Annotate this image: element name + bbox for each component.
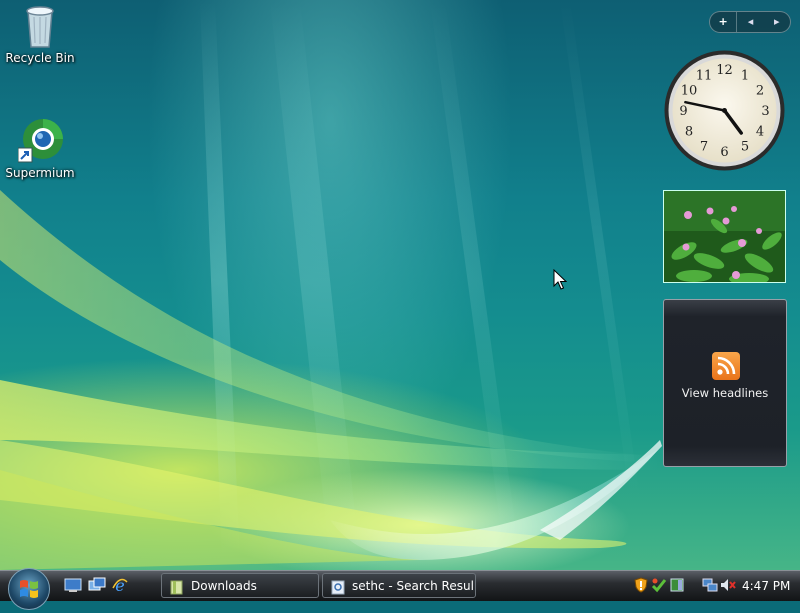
- sidebar-tray-icon[interactable]: [669, 577, 685, 593]
- task-label: sethc - Search Resul...: [352, 579, 476, 593]
- clock-face: 12 12 3 45678 9 1011: [664, 50, 785, 171]
- folder-icon: [170, 579, 184, 595]
- feed-headlines-gadget[interactable]: View headlines: [663, 299, 787, 467]
- clock-gadget[interactable]: 12 1 2 3 4 5 6 7 8 9 10 11: [663, 49, 786, 172]
- taskbar: e Downloads sethc - Search Resul... 4:47…: [0, 568, 800, 610]
- windows-defender-icon[interactable]: [651, 577, 667, 593]
- taskbar-button-downloads[interactable]: Downloads: [161, 573, 319, 598]
- add-gadget-button[interactable]: +: [710, 12, 738, 32]
- volume-muted-icon[interactable]: [720, 577, 736, 593]
- search-window-icon: [331, 579, 345, 595]
- task-label: Downloads: [191, 579, 257, 593]
- clock-numeral: 3: [761, 104, 769, 119]
- prev-page-button[interactable]: ◂: [737, 12, 763, 32]
- security-alert-icon[interactable]: [633, 577, 649, 593]
- clock-numeral: 11: [696, 69, 713, 84]
- windows-logo-icon: [20, 580, 38, 598]
- view-headlines-link[interactable]: View headlines: [664, 386, 786, 400]
- mouse-pointer-icon: [553, 268, 568, 295]
- clock-numeral: 7: [700, 140, 708, 155]
- supermium-browser-icon: [17, 118, 63, 163]
- clock-numeral: 4: [756, 125, 764, 140]
- desktop-icon-label: Recycle Bin: [5, 51, 75, 65]
- clock-numeral: 8: [685, 125, 693, 140]
- show-desktop-icon[interactable]: [64, 577, 82, 593]
- clock-numeral: 2: [756, 84, 764, 99]
- next-page-button[interactable]: ▸: [764, 12, 790, 32]
- internet-explorer-icon[interactable]: e: [111, 576, 129, 595]
- clock-numeral: 9: [679, 104, 687, 119]
- slideshow-gadget[interactable]: [663, 190, 786, 283]
- network-icon[interactable]: [702, 577, 718, 593]
- switch-windows-icon[interactable]: [88, 577, 106, 593]
- taskbar-button-search-results[interactable]: sethc - Search Resul...: [322, 573, 476, 598]
- clock-numeral: 1: [741, 69, 749, 84]
- slideshow-image: [664, 191, 785, 282]
- desktop-icon-supermium[interactable]: Supermium: [0, 118, 80, 180]
- rss-feed-icon: [712, 352, 740, 380]
- clock-numeral: 10: [681, 84, 698, 99]
- recycle-bin-icon: [18, 3, 62, 48]
- taskbar-clock[interactable]: 4:47 PM: [742, 573, 790, 599]
- clock-numeral: 6: [720, 145, 728, 160]
- clock-numeral: 12: [716, 63, 733, 78]
- desktop-icon-label: Supermium: [5, 166, 75, 180]
- clock-numeral: 5: [741, 140, 749, 155]
- start-button[interactable]: [8, 568, 50, 610]
- sidebar-controls: + ◂ ▸: [709, 11, 791, 33]
- desktop-icon-recycle-bin[interactable]: Recycle Bin: [0, 3, 80, 65]
- notification-area: 4:47 PM: [629, 573, 800, 599]
